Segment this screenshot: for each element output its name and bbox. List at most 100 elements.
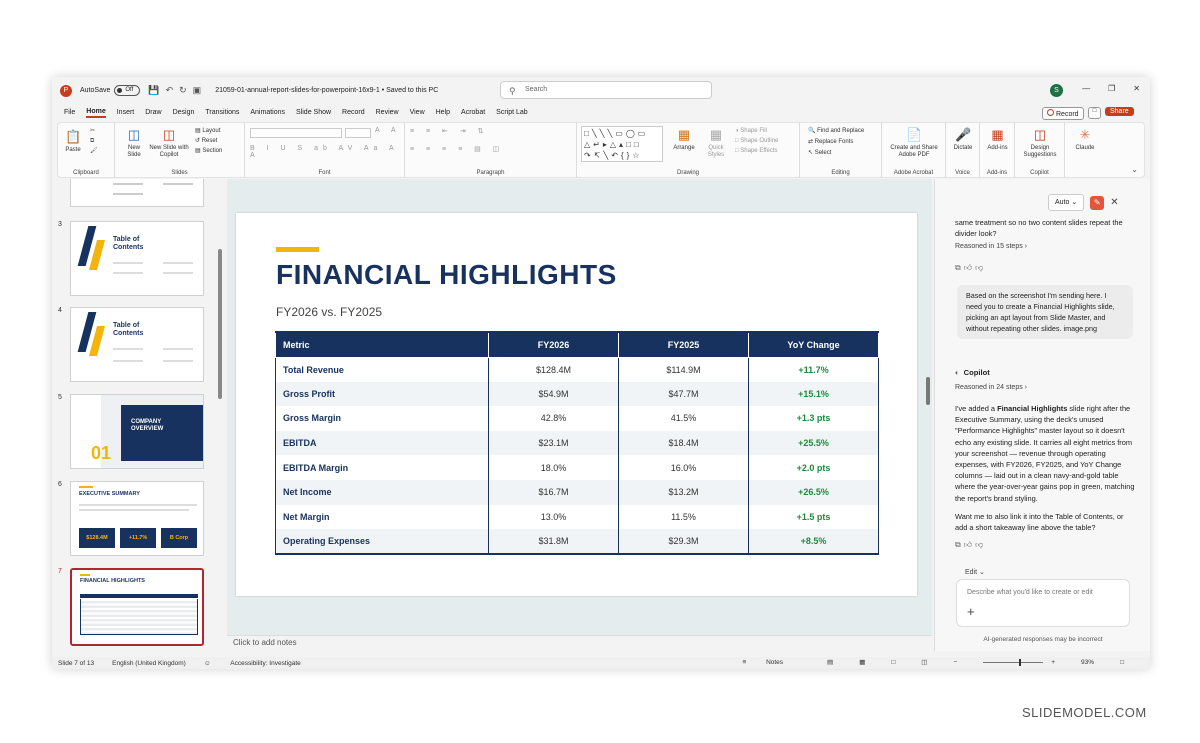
- replace-fonts-button[interactable]: ⇄ Replace Fonts: [808, 137, 864, 148]
- find-replace-button[interactable]: 🔍 Find and Replace: [808, 126, 864, 137]
- font-size-box[interactable]: [345, 128, 371, 138]
- copy-icon[interactable]: ⧉: [90, 136, 98, 146]
- new-slide-button[interactable]: ◫ New Slide: [123, 127, 145, 159]
- document-title[interactable]: 21059-01-annual-report-slides-for-powerp…: [215, 87, 438, 94]
- slide-subtitle[interactable]: FY2026 vs. FY2025: [276, 305, 382, 319]
- reading-view-icon[interactable]: □: [891, 659, 895, 666]
- minimize-icon[interactable]: —: [1082, 84, 1090, 93]
- shape-effects-button[interactable]: □ Shape Effects: [735, 146, 778, 156]
- share-button[interactable]: Share: [1105, 107, 1134, 116]
- alignment-icons[interactable]: ≡ ≡ ≡ ≡ ▤ ◫: [410, 145, 504, 153]
- slide-thumbnail-6[interactable]: EXECUTIVE SUMMARY $128.4M +11.7% B Corp: [70, 481, 204, 556]
- design-suggestions-icon: ◫: [1033, 127, 1047, 142]
- font-name-box[interactable]: [250, 128, 342, 138]
- editor-scrollbar[interactable]: [924, 179, 932, 599]
- tab-design[interactable]: Design: [173, 109, 195, 116]
- addins-button[interactable]: ▦ Add-ins: [984, 127, 1011, 152]
- mode-dropdown[interactable]: Auto ⌄: [1048, 194, 1085, 212]
- slide-title[interactable]: FINANCIAL HIGHLIGHTS: [276, 259, 617, 291]
- avatar[interactable]: S: [1050, 84, 1063, 97]
- thumbs-up-icon[interactable]: 👍︎: [964, 540, 975, 549]
- reset-button[interactable]: ↺ Reset: [195, 136, 222, 146]
- undo-icon[interactable]: ↶: [166, 85, 174, 96]
- list-icons[interactable]: ≡ ≡ ⇤ ⇥ ⇅: [410, 127, 489, 135]
- redo-icon[interactable]: ↻: [179, 85, 187, 96]
- zoom-level[interactable]: 93%: [1081, 659, 1094, 666]
- font-format-icons[interactable]: B I U S ab AV Aa A A: [250, 145, 404, 159]
- paste-button[interactable]: 📋 Paste: [62, 129, 84, 154]
- arrange-button[interactable]: ▦ Arrange: [667, 127, 701, 152]
- slide-thumbnail-4[interactable]: Table of Contents: [70, 307, 204, 382]
- sorter-view-icon[interactable]: ▦: [859, 658, 865, 666]
- thumbs-down-icon[interactable]: 👎︎: [975, 263, 986, 272]
- search-box[interactable]: ⚲ Search: [500, 81, 712, 99]
- slide-thumbnail-5[interactable]: COMPANY OVERVIEW 01: [70, 394, 204, 469]
- present-icon[interactable]: ▣: [193, 85, 202, 96]
- tab-transitions[interactable]: Transitions: [205, 109, 239, 116]
- edit-button[interactable]: Edit ⌄: [965, 567, 985, 578]
- tab-acrobat[interactable]: Acrobat: [461, 109, 485, 116]
- reset-icon: ↺: [195, 138, 202, 144]
- financial-table[interactable]: Metric FY2026 FY2025 YoY Change Total Re…: [275, 331, 879, 555]
- copy-icon[interactable]: ⧉: [955, 263, 964, 272]
- tab-view[interactable]: View: [410, 109, 425, 116]
- zoom-out-icon[interactable]: −: [953, 659, 957, 666]
- record-button[interactable]: Record: [1042, 107, 1084, 120]
- thumbnail-scrollbar[interactable]: [218, 249, 222, 399]
- format-painter-icon[interactable]: 🖌: [90, 146, 98, 156]
- dictate-button[interactable]: 🎤 Dictate: [950, 127, 976, 152]
- cut-icon[interactable]: ✂: [90, 126, 98, 136]
- tab-review[interactable]: Review: [376, 109, 399, 116]
- design-suggestions-button[interactable]: ◫ Design Suggestions: [1019, 127, 1061, 159]
- create-share-pdf-button[interactable]: 📄 Create and Share Adobe PDF: [886, 127, 942, 159]
- thumbs-down-icon[interactable]: 👎︎: [975, 540, 986, 549]
- autosave-toggle[interactable]: Off: [114, 85, 141, 96]
- shapes-gallery[interactable]: □╲╲╲▭◯▭ △↵▸△▴□□ ↷↸╲↶{}☆: [581, 126, 663, 162]
- plus-icon[interactable]: +: [967, 605, 975, 618]
- notes-area[interactable]: Click to add notes: [227, 635, 932, 651]
- collapse-ribbon-icon[interactable]: ⌄: [1131, 165, 1138, 174]
- select-button[interactable]: ↖ Select: [808, 148, 864, 159]
- slide-thumbnail-2[interactable]: [70, 179, 204, 207]
- language[interactable]: English (United Kingdom): [112, 660, 186, 667]
- copilot-input[interactable]: Describe what you'd like to create or ed…: [956, 579, 1130, 627]
- comments-icon[interactable]: □: [1088, 107, 1101, 119]
- tab-file[interactable]: File: [64, 109, 75, 116]
- tab-draw[interactable]: Draw: [145, 109, 161, 116]
- zoom-slider[interactable]: [983, 658, 1044, 666]
- restore-icon[interactable]: ❐: [1108, 84, 1115, 93]
- copy-icon[interactable]: ⧉: [955, 540, 964, 549]
- tab-insert[interactable]: Insert: [117, 109, 135, 116]
- new-slide-copilot-button[interactable]: ◫ New Slide with Copilot: [149, 127, 189, 159]
- tab-record[interactable]: Record: [342, 109, 365, 116]
- shape-outline-button[interactable]: □ Shape Outline: [735, 136, 778, 146]
- quick-styles-button[interactable]: ▦ Quick Styles: [701, 127, 731, 159]
- save-icon[interactable]: 💾: [148, 85, 159, 96]
- tab-help[interactable]: Help: [436, 109, 450, 116]
- accessibility-status[interactable]: ☺ Accessibility: Investigate: [204, 660, 319, 667]
- slide-thumbnail-7[interactable]: FINANCIAL HIGHLIGHTS: [70, 568, 204, 646]
- zoom-in-icon[interactable]: +: [1051, 659, 1055, 666]
- font-grow-shrink-icons[interactable]: A A: [375, 127, 401, 134]
- tab-home[interactable]: Home: [86, 108, 106, 118]
- section-button[interactable]: ▤ Section: [195, 146, 222, 156]
- slide-thumbnail-3[interactable]: Table of Contents: [70, 221, 204, 296]
- tab-script-lab[interactable]: Script Lab: [496, 109, 528, 116]
- close-icon[interactable]: ✕: [1110, 197, 1118, 208]
- reasoned-steps-link[interactable]: Reasoned in 15 steps ›: [955, 241, 1027, 252]
- editor-scroll-thumb[interactable]: [926, 377, 930, 405]
- layout-button[interactable]: ▤ Layout: [195, 126, 222, 136]
- notes-button[interactable]: ≡ Notes: [742, 659, 801, 666]
- slide-canvas[interactable]: FINANCIAL HIGHLIGHTS FY2026 vs. FY2025 M…: [236, 213, 917, 596]
- close-icon[interactable]: ✕: [1133, 84, 1140, 93]
- fit-to-window-icon[interactable]: □: [1120, 659, 1124, 666]
- slideshow-icon[interactable]: ◫: [921, 658, 927, 666]
- thumbs-up-icon[interactable]: 👍︎: [964, 263, 975, 272]
- shape-fill-button[interactable]: ◑ Shape Fill: [735, 126, 778, 136]
- claude-button[interactable]: ✳ Claude: [1069, 127, 1101, 152]
- normal-view-icon[interactable]: ▤: [827, 658, 833, 666]
- tab-animations[interactable]: Animations: [250, 109, 285, 116]
- reasoned-steps-link[interactable]: Reasoned in 24 steps ›: [955, 382, 1027, 393]
- new-chat-icon[interactable]: ✎: [1090, 195, 1105, 210]
- tab-slide-show[interactable]: Slide Show: [296, 109, 331, 116]
